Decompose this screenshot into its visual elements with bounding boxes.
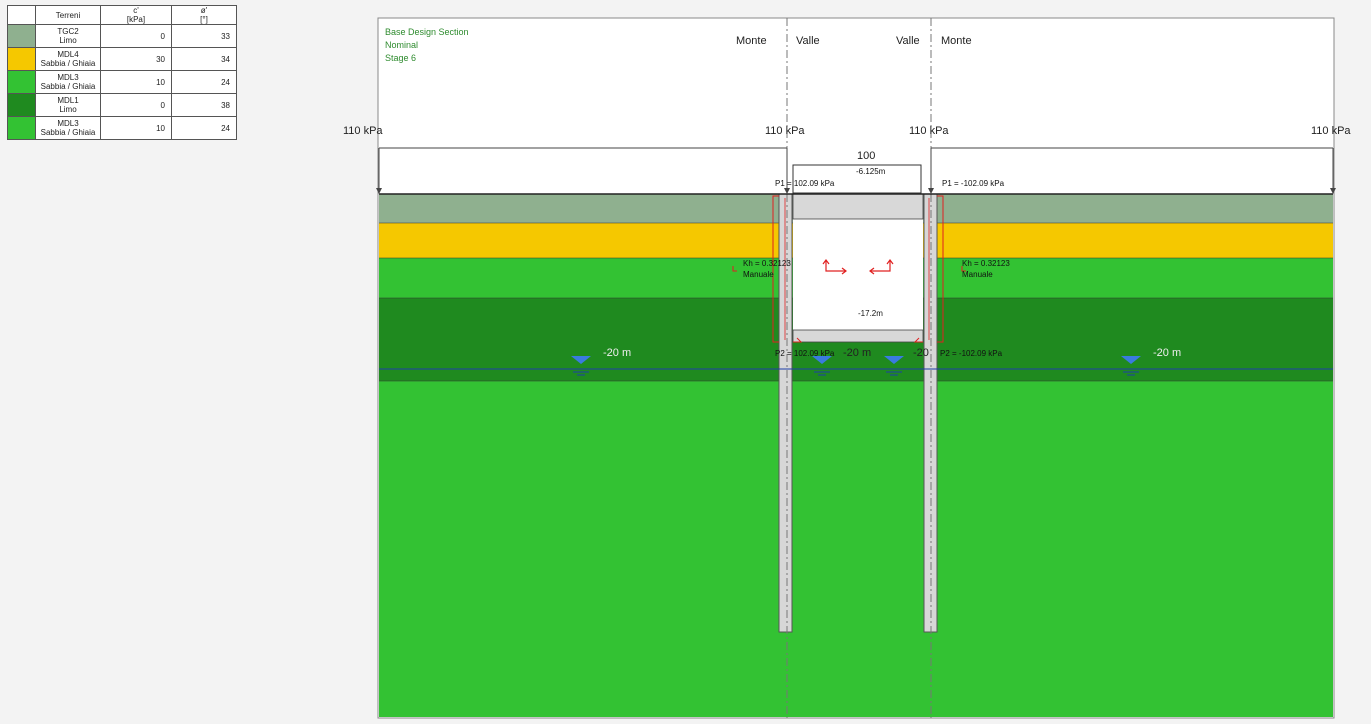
kh-right-label: Kh = 0.32123 — [962, 259, 1010, 268]
excavation-level-label: -17.2m — [858, 309, 883, 318]
strut-level: -6.125m — [856, 167, 886, 176]
p2-left-label: P2 = 102.09 kPa — [775, 349, 835, 358]
water-level-label-2: -20 m — [843, 347, 871, 359]
valle-right-label: Valle — [896, 35, 920, 47]
section-drawing: Base Design Section Nominal Stage 6 Mont… — [343, 17, 1351, 719]
valle-left-label: Valle — [796, 35, 820, 47]
water-level-label-4: -20 m — [1153, 347, 1181, 359]
surcharge-label-3: 110 kPa — [909, 125, 949, 137]
kh-left-label: Kh = 0.32123 — [743, 259, 791, 268]
manuale-right-label: Manuale — [962, 270, 993, 279]
surcharge-label-4: 110 kPa — [1311, 125, 1351, 137]
top-slab — [792, 193, 924, 220]
layer-mdl3-lower — [379, 381, 1333, 717]
monte-right-label: Monte — [941, 35, 972, 47]
surcharge-label-1: 110 kPa — [343, 125, 383, 137]
section-subtitle: Nominal — [385, 40, 418, 50]
water-level-label-3: -20 — [913, 347, 929, 359]
strut-value: 100 — [857, 150, 875, 162]
water-level-label-1: -20 m — [603, 347, 631, 359]
section-title: Base Design Section — [385, 27, 469, 37]
manuale-left-label: Manuale — [743, 270, 774, 279]
bottom-slab — [792, 329, 924, 343]
monte-left-label: Monte — [736, 35, 767, 47]
p1-left-label: P1 = 102.09 kPa — [775, 179, 835, 188]
stage-label: Stage 6 — [385, 53, 416, 63]
p1-right-label: P1 = -102.09 kPa — [942, 179, 1005, 188]
surcharge-label-2: 110 kPa — [765, 125, 805, 137]
p2-right-label: P2 = -102.09 kPa — [940, 349, 1003, 358]
